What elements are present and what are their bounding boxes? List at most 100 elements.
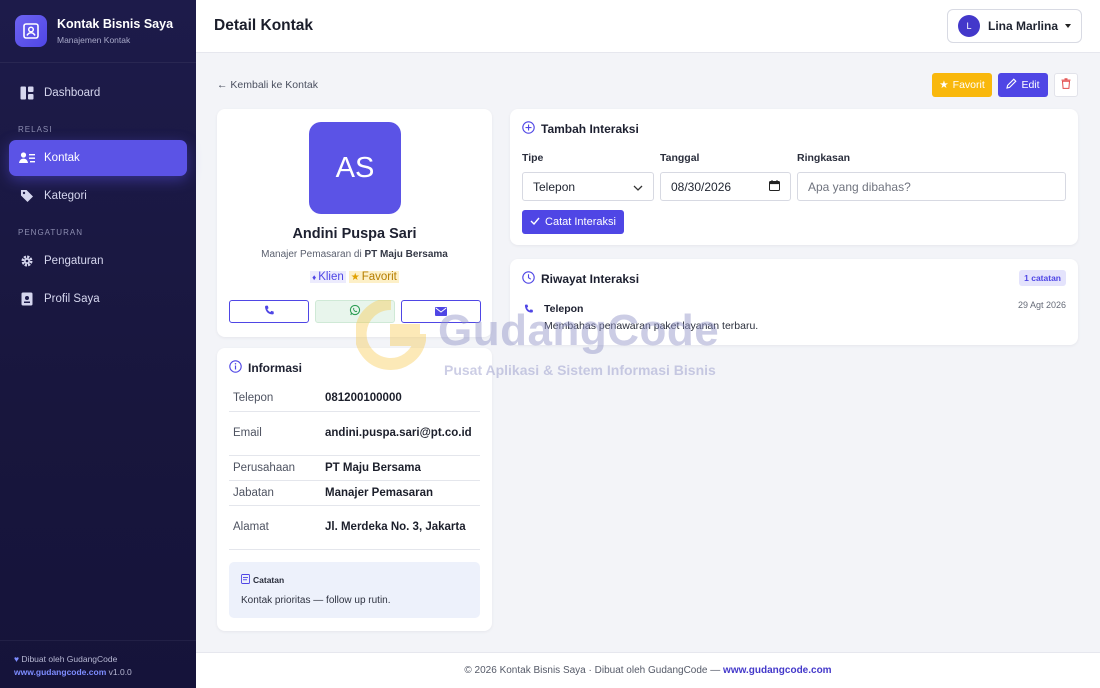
sidebar-item-label: Kontak <box>44 152 80 164</box>
contacts-icon <box>19 150 35 166</box>
info-value: Manajer Pemasaran <box>325 480 480 506</box>
info-value[interactable]: andini.puspa.sari@pt.co.id <box>325 411 480 456</box>
sidebar-section-pengaturan: PENGATURAN <box>18 228 83 237</box>
info-value: PT Maju Bersama <box>325 455 480 481</box>
info-key: Jabatan <box>229 480 325 506</box>
record-interaction-button[interactable]: Catat Interaksi <box>522 210 624 234</box>
history-card: Riwayat Interaksi 1 catatan Telepon 29 A… <box>510 259 1078 345</box>
info-key: Alamat <box>229 505 325 550</box>
email-button[interactable] <box>401 300 481 323</box>
calendar-icon[interactable] <box>769 179 780 194</box>
summary-input[interactable]: Apa yang dibahas? <box>797 172 1066 201</box>
contact-role: Manajer Pemasaran di PT Maju Bersama <box>217 249 492 260</box>
sidebar-item-pengaturan[interactable]: Pengaturan <box>9 243 187 279</box>
page-title: Detail Kontak <box>214 17 314 34</box>
sidebar-item-label: Pengaturan <box>44 255 104 267</box>
contact-buttons <box>229 300 481 323</box>
edit-button-label: Edit <box>1021 79 1040 91</box>
gear-icon <box>19 253 35 269</box>
note-box: Catatan Kontak prioritas — follow up rut… <box>229 562 480 618</box>
app-logo-icon <box>15 14 47 47</box>
info-key: Email <box>229 411 325 456</box>
footer-text: © 2026 Kontak Bisnis Saya · Dibuat oleh … <box>464 665 721 676</box>
note-text: Kontak prioritas — follow up rutin. <box>241 595 391 606</box>
info-value[interactable]: 081200100000 <box>325 385 480 412</box>
sidebar-item-kategori[interactable]: Kategori <box>9 178 187 214</box>
note-icon <box>241 574 250 586</box>
app-title: Kontak Bisnis Saya <box>57 16 174 31</box>
contact-actions: ★ Favorit Edit <box>932 73 1078 97</box>
note-title-label: Catatan <box>253 575 285 585</box>
tag-label: Klien <box>318 271 344 283</box>
summary-label: Ringkasan <box>797 152 851 164</box>
heart-icon: ♥ <box>14 654 20 664</box>
phone-icon <box>264 303 275 321</box>
contact-tags: ♦ Klien ★ Favorit <box>217 271 492 283</box>
page-footer: © 2026 Kontak Bisnis Saya · Dibuat oleh … <box>196 652 1100 688</box>
sidebar-section-relasi: RELASI <box>18 125 53 134</box>
sidebar-footer: ♥ Dibuat oleh GudangCode www.gudangcode.… <box>0 640 196 688</box>
sidebar-item-kontak[interactable]: Kontak <box>9 140 187 176</box>
back-to-contacts-link[interactable]: ← Kembali ke Kontak <box>217 79 318 91</box>
add-interaction-title: Tambah Interaksi <box>541 122 639 136</box>
tag-icon <box>19 188 35 204</box>
avatar: L <box>958 15 980 37</box>
info-card-title: Informasi <box>248 361 303 375</box>
history-title: Riwayat Interaksi <box>541 272 640 286</box>
info-key: Telepon <box>229 385 325 412</box>
favorite-button[interactable]: ★ Favorit <box>932 73 992 97</box>
table-row: Jabatan Manajer Pemasaran <box>229 480 480 506</box>
date-input[interactable]: 08/30/2026 <box>660 172 791 201</box>
trash-icon <box>1061 78 1071 92</box>
whatsapp-icon <box>349 303 361 321</box>
tag-klien[interactable]: ♦ Klien <box>310 271 346 283</box>
delete-button[interactable] <box>1054 73 1078 97</box>
history-header: Riwayat Interaksi <box>522 271 639 287</box>
user-menu-button[interactable]: L Lina Marlina <box>947 9 1082 43</box>
contact-avatar: AS <box>309 122 401 214</box>
info-card: Informasi Telepon 081200100000 Email and… <box>217 348 492 631</box>
table-row: Perusahaan PT Maju Bersama <box>229 455 480 481</box>
sidebar-item-label: Profil Saya <box>44 293 100 305</box>
table-row: Email andini.puspa.sari@pt.co.id <box>229 411 480 456</box>
sidebar-item-profil[interactable]: Profil Saya <box>9 281 187 317</box>
history-item-type: Telepon <box>544 303 584 315</box>
history-count-badge: 1 catatan <box>1019 270 1066 286</box>
date-input-value: 08/30/2026 <box>671 179 732 194</box>
info-table: Telepon 081200100000 Email andini.puspa.… <box>229 385 480 550</box>
tag-icon: ♦ <box>312 272 317 282</box>
brand: Kontak Bisnis Saya Manajemen Kontak <box>0 0 196 63</box>
note-title: Catatan <box>241 574 468 586</box>
top-header: Detail Kontak L Lina Marlina <box>196 0 1100 53</box>
check-icon <box>530 216 540 228</box>
chevron-down-icon <box>1065 24 1071 28</box>
tag-favorit[interactable]: ★ Favorit <box>348 271 399 283</box>
type-label: Tipe <box>522 152 544 164</box>
chevron-down-icon <box>633 180 643 194</box>
type-select[interactable]: Telepon <box>522 172 654 201</box>
history-item-text: Membahas penawaran paket layanan terbaru… <box>544 320 759 332</box>
mail-icon <box>435 303 447 321</box>
app-version: v1.0.0 <box>108 667 132 677</box>
add-interaction-header: Tambah Interaksi <box>522 121 639 137</box>
sidebar-item-label: Kategori <box>44 190 87 202</box>
edit-button[interactable]: Edit <box>998 73 1048 97</box>
sidebar-footer-link[interactable]: www.gudangcode.com <box>14 667 106 677</box>
app-subtitle: Manajemen Kontak <box>57 34 131 45</box>
user-name: Lina Marlina <box>988 19 1059 33</box>
sidebar-nav: Dashboard RELASI Kontak Kategori PENGATU… <box>0 63 196 317</box>
add-interaction-card: Tambah Interaksi Tipe Tanggal Ringkasan … <box>510 109 1078 245</box>
clock-icon <box>522 271 535 287</box>
star-icon: ★ <box>350 271 360 283</box>
contact-name: Andini Puspa Sari <box>292 226 417 242</box>
plus-circle-icon <box>522 121 535 137</box>
table-row: Telepon 081200100000 <box>229 385 480 412</box>
record-interaction-label: Catat Interaksi <box>545 216 616 228</box>
footer-link[interactable]: www.gudangcode.com <box>723 665 832 676</box>
contact-role-title: Manajer Pemasaran di <box>261 249 362 260</box>
call-button[interactable] <box>229 300 309 323</box>
dashboard-icon <box>19 85 35 101</box>
sidebar-item-dashboard[interactable]: Dashboard <box>9 75 187 111</box>
star-icon: ★ <box>939 79 949 91</box>
whatsapp-button[interactable] <box>315 300 395 323</box>
